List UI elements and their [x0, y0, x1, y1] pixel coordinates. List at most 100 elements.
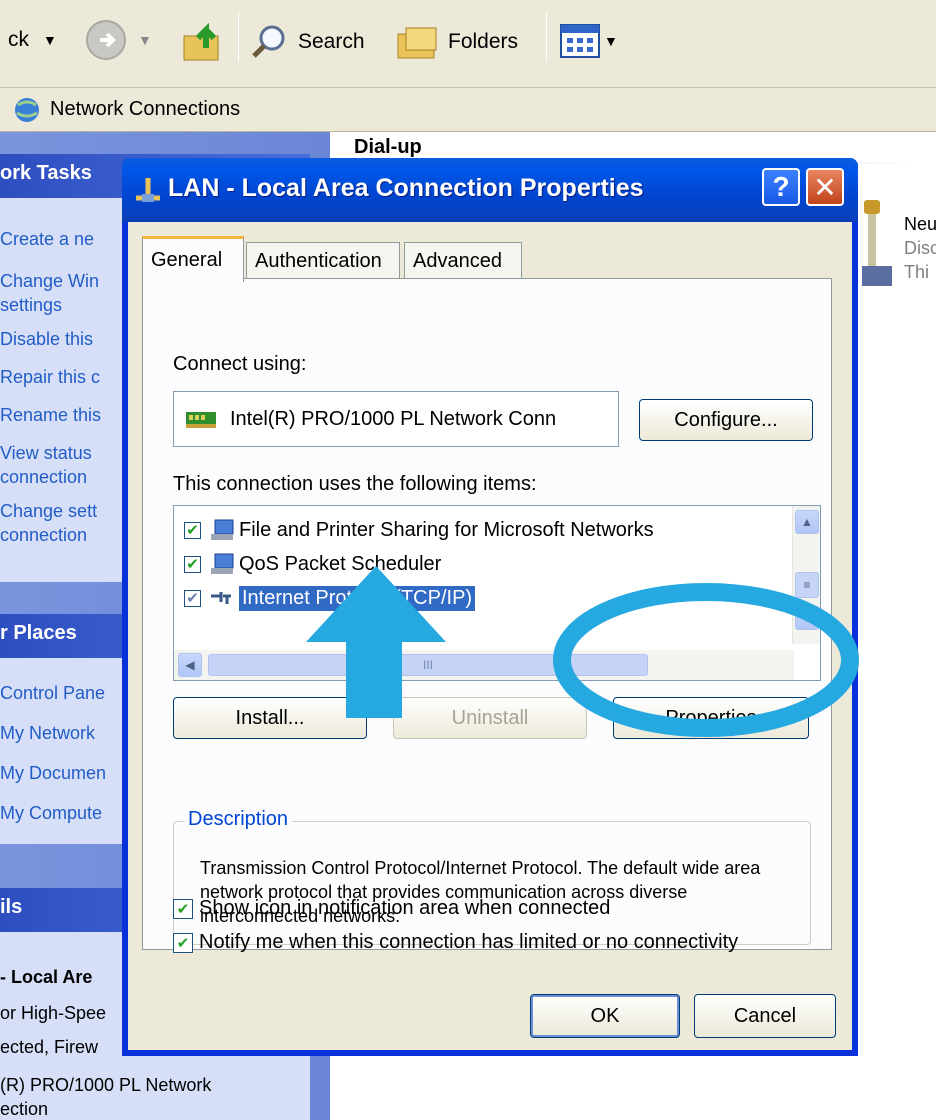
scroll-down-icon[interactable]: ▼: [795, 606, 819, 630]
place-link[interactable]: My Documen: [0, 762, 106, 784]
task-link[interactable]: Disable this: [0, 328, 93, 350]
tab-authentication[interactable]: Authentication: [246, 242, 400, 280]
description-group: Description Transmission Control Protoco…: [173, 808, 811, 945]
item-label: Internet Protocol (TCP/IP): [239, 585, 476, 611]
close-icon: ✕: [813, 171, 837, 203]
scroll-thumb[interactable]: III: [208, 654, 648, 676]
scroll-grip: III: [422, 658, 433, 672]
notify-option[interactable]: ✔ Notify me when this connection has lim…: [173, 931, 738, 954]
network-computer-icon: [211, 519, 234, 540]
dialup-item[interactable]: Neu Disc Thi: [904, 212, 936, 284]
task-link[interactable]: Rename this: [0, 404, 101, 426]
tab-advanced[interactable]: Advanced: [404, 242, 522, 280]
properties-button[interactable]: Properties: [613, 697, 809, 739]
dialup-connection-icon: [862, 200, 892, 286]
vertical-scrollbar[interactable]: ▲ ≡ ▼: [792, 506, 820, 644]
back-button[interactable]: ck ▼: [8, 28, 57, 52]
description-title: Description: [184, 808, 293, 831]
folders-icon: [397, 27, 437, 59]
horizontal-scrollbar[interactable]: ◀ III: [174, 650, 794, 680]
task-link[interactable]: Change sett: [0, 500, 97, 522]
place-link[interactable]: Control Pane: [0, 682, 105, 704]
items-label: This connection uses the following items…: [173, 473, 537, 495]
details-line: ected, Firew: [0, 1037, 99, 1057]
dropdown-arrow-icon: ▼: [138, 32, 152, 48]
tab-label: General: [151, 249, 223, 271]
components-list[interactable]: ✔ File and Printer Sharing for Microsoft…: [173, 505, 821, 681]
item-checkbox[interactable]: ✔: [184, 521, 201, 539]
help-button[interactable]: ?: [762, 168, 800, 206]
dialup-section-title: Dial-up: [354, 136, 422, 158]
dialog-titlebar[interactable]: LAN - Local Area Connection Properties ?…: [122, 158, 858, 222]
back-label: ck: [8, 28, 29, 51]
search-label: Search: [298, 30, 365, 53]
folders-label: Folders: [448, 30, 519, 53]
dialup-item-type: Thi: [904, 262, 930, 282]
item-checkbox[interactable]: ✔: [184, 589, 201, 607]
install-button[interactable]: Install...: [173, 697, 367, 739]
item-label: QoS Packet Scheduler: [239, 552, 442, 575]
notify-label: Notify me when this connection has limit…: [199, 931, 739, 953]
place-link[interactable]: My Network: [0, 722, 95, 744]
task-link[interactable]: Repair this c: [0, 366, 100, 388]
folders-button[interactable]: Folders: [396, 22, 518, 62]
uninstall-label: Uninstall: [451, 706, 529, 729]
item-checkbox[interactable]: ✔: [184, 555, 201, 573]
search-button[interactable]: Search: [250, 22, 365, 62]
scroll-left-icon[interactable]: ◀: [178, 653, 202, 677]
cancel-button[interactable]: Cancel: [694, 994, 836, 1038]
close-button[interactable]: ✕: [806, 168, 844, 206]
dropdown-arrow-icon: ▼: [43, 32, 57, 48]
network-tasks-title: ork Tasks: [0, 162, 92, 184]
views-grid-icon: [560, 24, 600, 58]
other-places-title: r Places: [0, 622, 77, 644]
network-computer-icon: [211, 553, 234, 574]
task-link[interactable]: connection: [0, 524, 87, 546]
task-link[interactable]: View status: [0, 442, 92, 464]
details-line: ection: [0, 1099, 49, 1119]
show-icon-option[interactable]: ✔ Show icon in notification area when co…: [173, 897, 610, 920]
list-item-selected[interactable]: ✔ Internet Protocol (TCP/IP): [184, 582, 476, 614]
configure-label: Configure...: [674, 408, 778, 431]
dialup-item-status: Disc: [904, 238, 936, 258]
scroll-thumb[interactable]: ≡: [795, 572, 819, 598]
views-button[interactable]: ▼: [560, 24, 618, 58]
network-adapter-icon: [186, 412, 216, 428]
cancel-label: Cancel: [733, 1004, 797, 1027]
task-link[interactable]: connection: [0, 466, 87, 488]
show-icon-label: Show icon in notification area when conn…: [199, 897, 611, 919]
up-folder-icon: [183, 22, 219, 61]
task-link[interactable]: settings: [0, 294, 62, 316]
address-text: Network Connections: [50, 98, 241, 120]
search-icon: [252, 25, 285, 58]
details-line: or High-Spee: [0, 1003, 107, 1023]
network-connections-icon: [15, 97, 39, 122]
lan-connection-icon: [136, 178, 160, 202]
list-item[interactable]: ✔ File and Printer Sharing for Microsoft…: [184, 514, 654, 546]
tab-label: Authentication: [255, 250, 382, 272]
forward-button[interactable]: ▼: [84, 18, 152, 62]
general-tab-panel: Connect using: Intel(R) PRO/1000 PL Netw…: [142, 278, 832, 953]
show-icon-checkbox[interactable]: ✔: [173, 898, 193, 919]
connect-using-label: Connect using:: [173, 353, 307, 375]
ok-button[interactable]: OK: [530, 994, 680, 1038]
details-connection-name: - Local Are: [0, 967, 93, 987]
up-folder-button[interactable]: [180, 18, 228, 66]
configure-button[interactable]: Configure...: [639, 399, 813, 441]
place-link[interactable]: My Compute: [0, 802, 102, 824]
task-link[interactable]: Change Win: [0, 270, 99, 292]
tab-general[interactable]: General: [142, 236, 244, 282]
forward-arrow-icon: [86, 20, 126, 60]
item-label: File and Printer Sharing for Microsoft N…: [239, 518, 654, 541]
list-item[interactable]: ✔ QoS Packet Scheduler: [184, 548, 441, 580]
ok-label: OK: [590, 1004, 620, 1027]
task-link[interactable]: Create a ne: [0, 228, 94, 250]
scroll-up-icon[interactable]: ▲: [795, 510, 819, 534]
notify-checkbox[interactable]: ✔: [173, 932, 193, 953]
adapter-field: Intel(R) PRO/1000 PL Network Conn: [173, 391, 619, 447]
address-bar[interactable]: Network Connections: [0, 88, 936, 132]
uninstall-button[interactable]: Uninstall: [393, 697, 587, 739]
help-icon: ?: [772, 171, 790, 202]
details-line: (R) PRO/1000 PL Network: [0, 1075, 212, 1095]
dropdown-arrow-icon: ▼: [604, 33, 618, 49]
